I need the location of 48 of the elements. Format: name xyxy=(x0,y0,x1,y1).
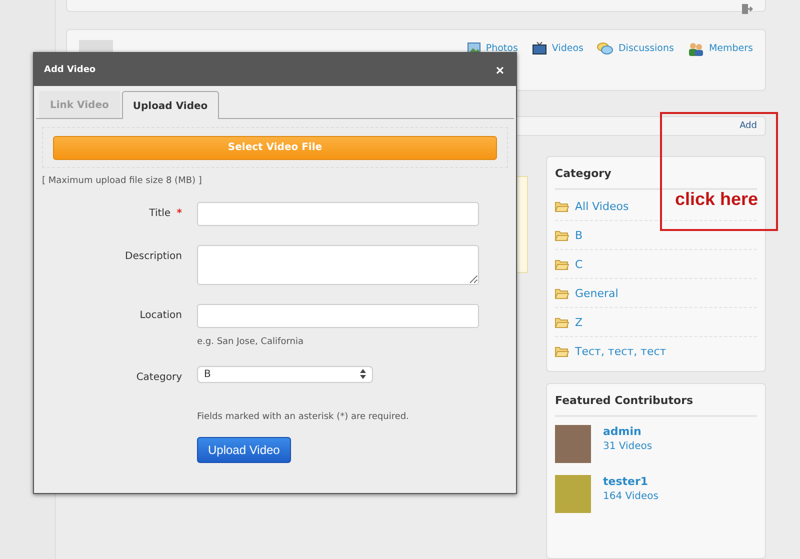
people-icon xyxy=(688,42,704,56)
upload-size-note: [ Maximum upload file size 8 (MB) ] xyxy=(42,176,203,186)
folder-icon xyxy=(555,288,569,299)
group-nav-link[interactable]: Members xyxy=(688,42,753,56)
card-title: Category xyxy=(555,165,757,190)
field-hint: e.g. San Jose, California xyxy=(197,336,304,346)
add-link[interactable]: Add xyxy=(740,120,757,131)
description-field[interactable] xyxy=(197,244,479,284)
card-title: Featured Contributors xyxy=(555,392,757,418)
tab[interactable]: Link Video xyxy=(39,91,120,118)
category-link[interactable]: B xyxy=(575,228,583,242)
folder-icon xyxy=(555,258,569,270)
upload-video-button[interactable]: Upload Video xyxy=(197,436,291,462)
tab[interactable]: Upload Video xyxy=(122,91,219,119)
folder-icon xyxy=(555,346,569,357)
contributor-name-link[interactable]: tester1 xyxy=(603,475,658,488)
contributor-name-link[interactable]: admin xyxy=(603,425,652,438)
exit-icon[interactable] xyxy=(741,3,753,15)
updown-arrows-icon xyxy=(360,369,366,379)
field-label: Category xyxy=(136,372,182,382)
text-field[interactable] xyxy=(197,304,479,328)
category-select[interactable]: B xyxy=(197,366,373,382)
folder-icon xyxy=(555,316,569,328)
text-field[interactable] xyxy=(197,202,479,226)
dialog-title: Add Video xyxy=(44,64,96,74)
category-link[interactable]: C xyxy=(575,258,583,271)
group-nav-link[interactable]: Discussions xyxy=(597,42,674,56)
tv-icon xyxy=(532,42,547,56)
video-count-link[interactable]: 164 Videos xyxy=(603,491,658,502)
field-label: Description xyxy=(125,250,182,262)
close-button[interactable]: × xyxy=(494,62,506,78)
speech-bubbles-icon xyxy=(597,42,614,56)
required-asterisk: * xyxy=(176,208,182,218)
photo-placeholder xyxy=(555,475,591,514)
required-note: Fields marked with an asterisk (*) are required. xyxy=(197,412,410,422)
field-label: Location xyxy=(140,310,182,320)
group-nav-link[interactable]: Videos xyxy=(532,42,584,56)
category-link[interactable]: Тест, тест, тест xyxy=(575,344,666,358)
annotation-text: click here xyxy=(675,189,758,210)
category-link[interactable]: All Videos xyxy=(575,200,629,213)
photo-placeholder xyxy=(555,425,591,464)
field-label: Title xyxy=(149,208,171,218)
category-link[interactable]: Z xyxy=(575,316,583,329)
folder-icon xyxy=(555,230,569,241)
category-link[interactable]: General xyxy=(575,286,618,300)
video-count-link[interactable]: 31 Videos xyxy=(603,441,652,452)
folder-icon xyxy=(555,200,569,212)
select-file-button[interactable]: Select Video File xyxy=(53,136,497,160)
